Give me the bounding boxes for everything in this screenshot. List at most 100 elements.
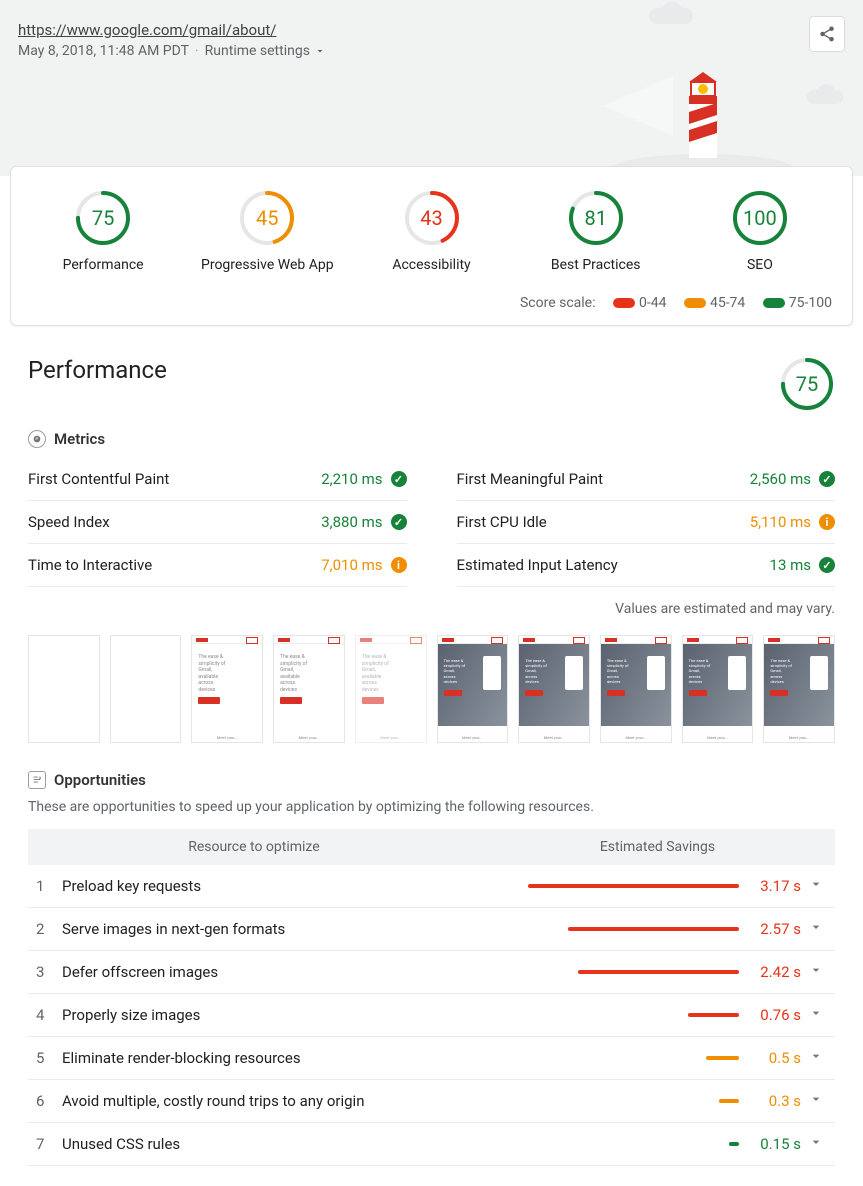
filmstrip-frame <box>110 635 182 743</box>
filmstrip-frame: The ease &simplicity ofGmail,acrossdevic… <box>682 635 754 743</box>
metric-value: 3,880 ms <box>321 513 382 531</box>
chevron-down-icon[interactable] <box>805 962 827 982</box>
runtime-settings-label: Runtime settings <box>205 43 310 59</box>
opportunity-row[interactable]: 4 Properly size images 0.76 s <box>28 994 835 1037</box>
opportunity-index: 4 <box>36 1006 62 1024</box>
opportunity-value: 0.5 s <box>739 1049 805 1067</box>
runtime-settings-toggle[interactable]: Runtime settings <box>205 43 326 59</box>
opportunities-icon <box>28 771 46 789</box>
report-header: https://www.google.com/gmail/about/ May … <box>0 0 863 176</box>
opportunities-label: Opportunities <box>54 771 146 789</box>
score-gauge: 43 <box>403 189 461 247</box>
opportunity-row[interactable]: 6 Avoid multiple, costly round trips to … <box>28 1080 835 1123</box>
opportunity-bar <box>509 1013 739 1017</box>
score-gauge: 81 <box>567 189 625 247</box>
chevron-down-icon[interactable] <box>805 1048 827 1068</box>
metric-name: First Contentful Paint <box>28 470 169 488</box>
separator: · <box>195 43 199 59</box>
filmstrip-frame: The ease &simplicity ofGmail,availableac… <box>273 635 345 743</box>
opportunity-value: 0.15 s <box>739 1135 805 1153</box>
opportunities-table: Resource to optimize Estimated Savings 1… <box>28 829 835 1166</box>
opportunities-description: These are opportunities to speed up your… <box>28 799 835 815</box>
filmstrip-frame: The ease &simplicity ofGmail,availableac… <box>355 635 427 743</box>
share-button[interactable] <box>809 16 845 52</box>
score-label: Accessibility <box>349 257 513 273</box>
score-item[interactable]: 43 Accessibility <box>349 189 513 273</box>
filmstrip-frame <box>28 635 100 743</box>
metric-name: Time to Interactive <box>28 556 152 574</box>
chevron-down-icon[interactable] <box>805 1091 827 1111</box>
opportunity-bar <box>509 927 739 931</box>
performance-title: Performance <box>28 356 167 384</box>
opportunity-name: Serve images in next-gen formats <box>62 920 509 938</box>
scale-range-orange: 45-74 <box>710 295 745 311</box>
chevron-down-icon <box>314 45 326 57</box>
scale-pill-red <box>613 298 635 308</box>
performance-gauge: 75 <box>779 356 835 412</box>
opportunity-row[interactable]: 1 Preload key requests 3.17 s <box>28 865 835 908</box>
opportunity-row[interactable]: 2 Serve images in next-gen formats 2.57 … <box>28 908 835 951</box>
score-item[interactable]: 81 Best Practices <box>514 189 678 273</box>
scale-range-green: 75-100 <box>789 295 832 311</box>
scale-label: Score scale: <box>520 295 596 311</box>
cloud-decoration <box>661 2 683 24</box>
opportunity-index: 2 <box>36 920 62 938</box>
score-gauge: 100 <box>731 189 789 247</box>
audited-url[interactable]: https://www.google.com/gmail/about/ <box>18 21 276 39</box>
metric-value: 2,210 ms <box>321 470 382 488</box>
score-item[interactable]: 100 SEO <box>678 189 842 273</box>
metric-row: Estimated Input Latency 13 ms ✓ <box>457 544 836 587</box>
stopwatch-icon <box>28 430 46 448</box>
opportunity-index: 5 <box>36 1049 62 1067</box>
score-label: Progressive Web App <box>185 257 349 273</box>
opportunity-row[interactable]: 3 Defer offscreen images 2.42 s <box>28 951 835 994</box>
chevron-down-icon[interactable] <box>805 876 827 896</box>
filmstrip: The ease &simplicity ofGmail,availableac… <box>28 635 835 743</box>
metric-value: 13 ms <box>770 556 811 574</box>
check-icon: ✓ <box>391 471 407 487</box>
check-icon: ✓ <box>819 471 835 487</box>
opportunity-name: Defer offscreen images <box>62 963 509 981</box>
opportunity-bar <box>509 1142 739 1146</box>
audit-datetime: May 8, 2018, 11:48 AM PDT <box>18 43 189 59</box>
chevron-down-icon[interactable] <box>805 1134 827 1154</box>
performance-section: Performance 75 Metrics First Contentful … <box>0 336 863 1186</box>
opportunity-value: 3.17 s <box>739 877 805 895</box>
score-label: Best Practices <box>514 257 678 273</box>
metrics-label: Metrics <box>54 430 105 448</box>
opportunity-name: Properly size images <box>62 1006 509 1024</box>
opportunity-value: 2.57 s <box>739 920 805 938</box>
metric-row: First Meaningful Paint 2,560 ms ✓ <box>457 458 836 501</box>
metrics-note: Values are estimated and may vary. <box>28 601 835 617</box>
filmstrip-frame: The ease &simplicity ofGmail,acrossdevic… <box>518 635 590 743</box>
check-icon: ✓ <box>819 557 835 573</box>
opportunity-name: Eliminate render-blocking resources <box>62 1049 509 1067</box>
metric-row: First CPU Idle 5,110 ms i <box>457 501 836 544</box>
lighthouse-illustration <box>603 66 803 176</box>
scale-pill-orange <box>684 298 706 308</box>
opportunity-index: 1 <box>36 877 62 895</box>
scale-range-red: 0-44 <box>639 295 666 311</box>
opportunities-heading: Opportunities <box>28 771 835 789</box>
metric-name: Estimated Input Latency <box>457 556 618 574</box>
score-item[interactable]: 75Performance <box>21 189 185 273</box>
opportunity-bar <box>509 884 739 888</box>
chevron-down-icon[interactable] <box>805 1005 827 1025</box>
opportunity-value: 0.3 s <box>739 1092 805 1110</box>
opportunity-index: 3 <box>36 963 62 981</box>
metric-row: Time to Interactive 7,010 ms i <box>28 544 407 587</box>
filmstrip-frame: The ease &simplicity ofGmail,acrossdevic… <box>763 635 835 743</box>
opportunity-bar <box>509 1056 739 1060</box>
opportunity-name: Avoid multiple, costly round trips to an… <box>62 1092 509 1110</box>
info-icon: i <box>391 557 407 573</box>
metric-row: Speed Index 3,880 ms ✓ <box>28 501 407 544</box>
chevron-down-icon[interactable] <box>805 919 827 939</box>
metric-name: Speed Index <box>28 513 110 531</box>
scale-pill-green <box>763 298 785 308</box>
metric-name: First CPU Idle <box>457 513 547 531</box>
metric-row: First Contentful Paint 2,210 ms ✓ <box>28 458 407 501</box>
score-label: SEO <box>678 257 842 273</box>
opportunity-row[interactable]: 7 Unused CSS rules 0.15 s <box>28 1123 835 1166</box>
score-item[interactable]: 45Progressive Web App <box>185 189 349 273</box>
scores-summary-card: 75Performance45Progressive Web App 43 Acce… <box>10 166 853 326</box>
